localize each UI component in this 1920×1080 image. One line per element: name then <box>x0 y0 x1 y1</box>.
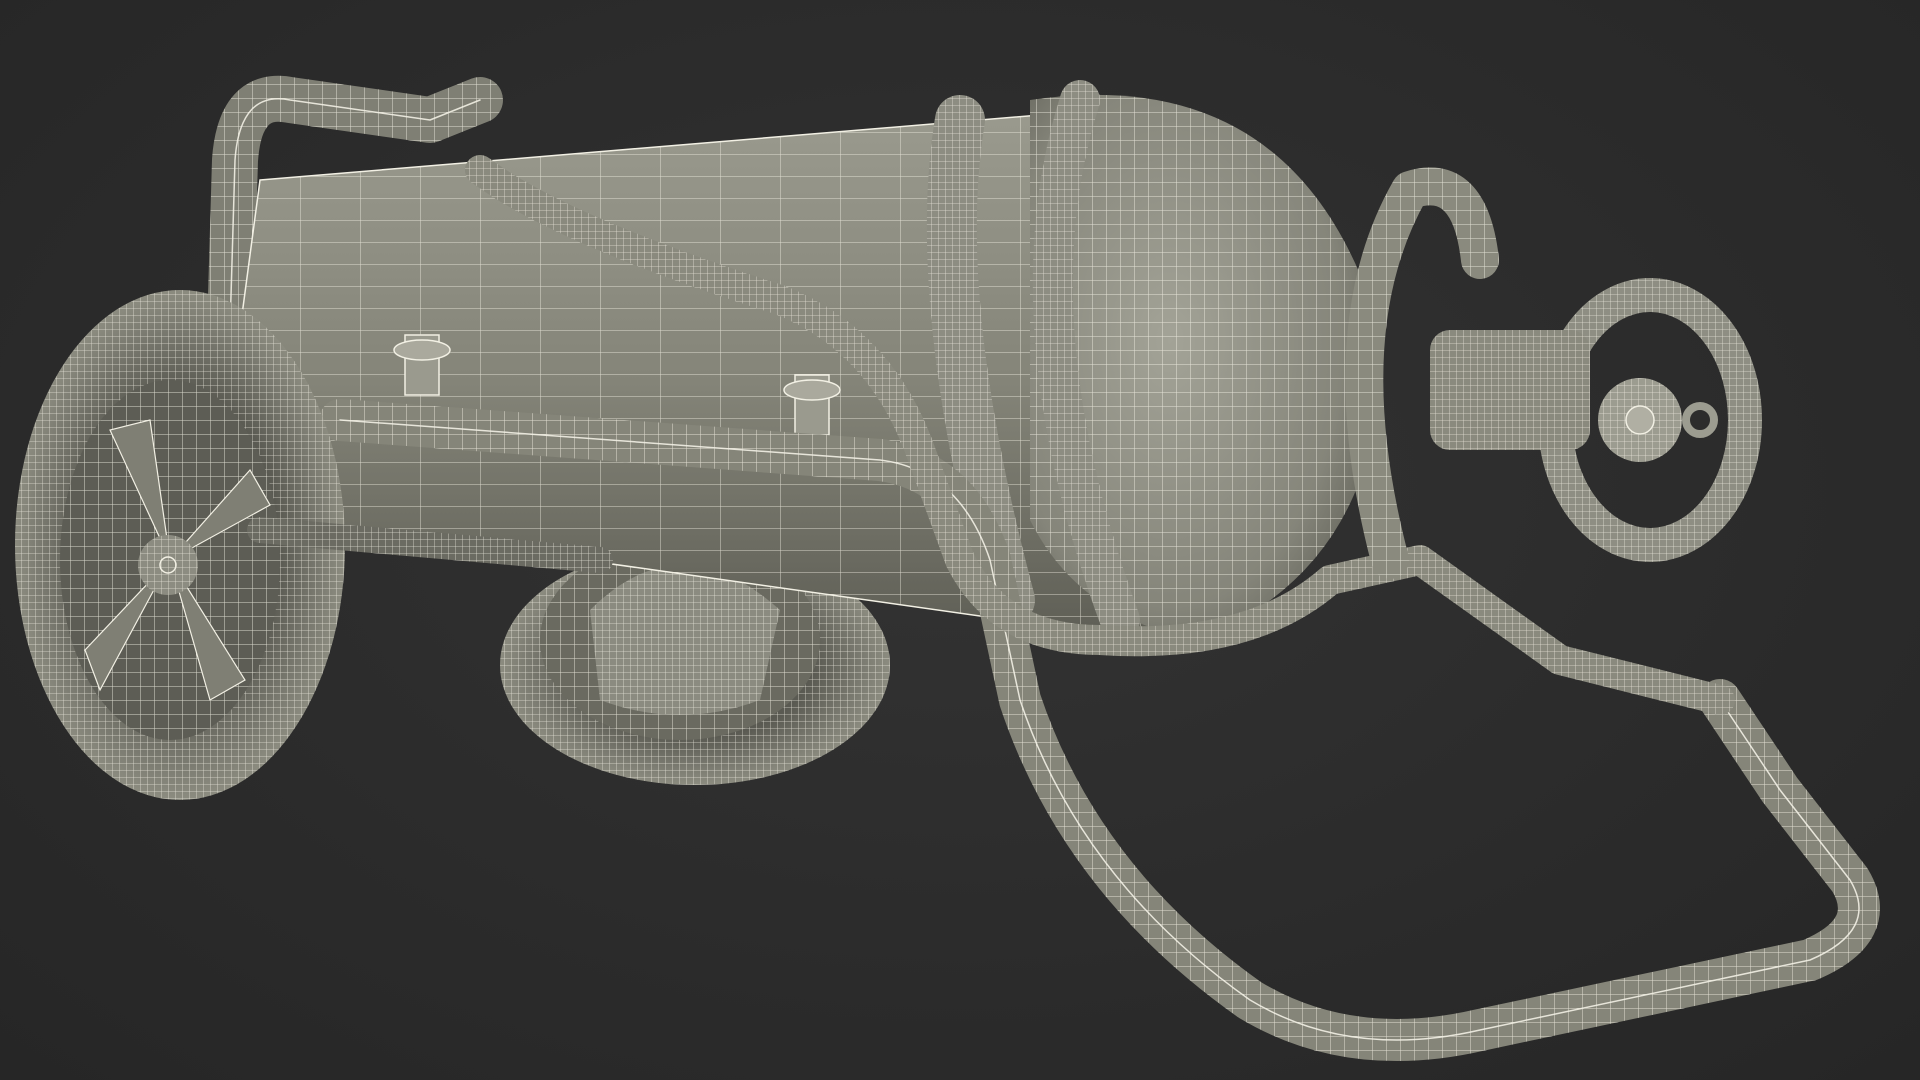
wireframe-model <box>15 75 1880 1061</box>
render-viewport <box>0 0 1920 1080</box>
valve-knob <box>1430 330 1718 462</box>
